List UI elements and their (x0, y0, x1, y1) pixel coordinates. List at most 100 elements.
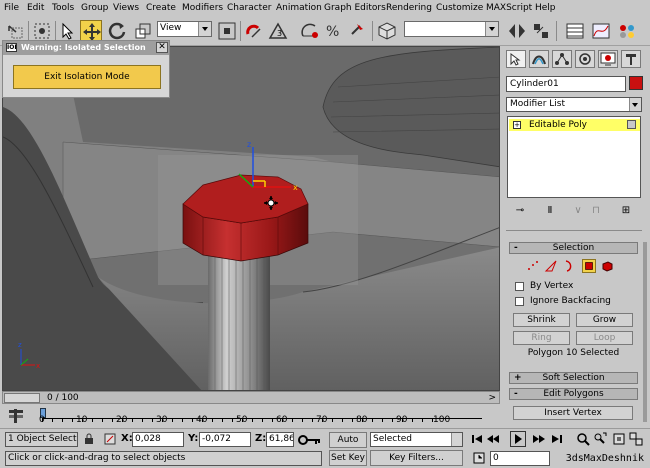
exit-isolation-mode-button[interactable]: Exit Isolation Mode (13, 65, 161, 89)
tick-mark (82, 419, 83, 422)
mini-curve-editor-icon[interactable] (8, 409, 24, 423)
percent-snap-icon[interactable]: % (323, 20, 345, 42)
menu-graph-editors[interactable]: Graph Editors (324, 3, 386, 13)
show-end-result-icon[interactable]: Ⅱ (542, 205, 558, 219)
watermark: 3dsMaxDeshnik (565, 453, 644, 464)
go-to-start-icon[interactable] (470, 432, 484, 446)
absolute-mode-icon[interactable] (104, 433, 116, 445)
ring-button[interactable]: Ring (513, 331, 570, 345)
play-icon[interactable] (510, 431, 526, 447)
dialog-titlebar[interactable]: IOI Warning: Isolated Selection ✕ (3, 41, 169, 55)
tick-mark (372, 419, 373, 422)
polygon-subobject-icon[interactable] (582, 259, 596, 273)
time-slider-thumb[interactable] (4, 393, 40, 403)
select-and-rotate-icon[interactable] (106, 20, 128, 42)
soft-selection-rollout-header[interactable]: + Soft Selection (509, 372, 638, 384)
menu-create[interactable]: Create (146, 3, 176, 13)
insert-vertex-button[interactable]: Insert Vertex (513, 406, 633, 420)
grow-button[interactable]: Grow (576, 313, 633, 327)
vertex-subobject-icon[interactable] (526, 259, 540, 273)
curve-editor-icon[interactable] (590, 20, 612, 42)
pin-stack-icon[interactable]: ⊸ (512, 205, 528, 219)
menu-help[interactable]: Help (535, 3, 556, 13)
key-icon[interactable] (298, 434, 322, 446)
close-icon[interactable]: ✕ (156, 42, 168, 53)
menu-modifiers[interactable]: Modifiers (182, 3, 223, 13)
create-tab-icon[interactable] (506, 50, 526, 68)
motion-tab-icon[interactable] (575, 50, 595, 68)
selection-rollout-header[interactable]: - Selection (509, 242, 638, 254)
menu-customize[interactable]: Customize (436, 3, 483, 13)
utilities-tab-icon[interactable] (621, 50, 641, 68)
y-coordinate-field[interactable]: -0,072 (199, 432, 251, 447)
menu-animation[interactable]: Animation (276, 3, 322, 13)
x-coordinate-field[interactable]: 0,028 (132, 432, 184, 447)
key-mode-dropdown[interactable]: Selected (370, 432, 463, 447)
expand-icon[interactable]: + (513, 121, 521, 129)
next-frame-button-icon[interactable] (532, 432, 546, 446)
next-frame-icon[interactable]: > (488, 393, 496, 403)
ignore-backfacing-checkbox[interactable] (515, 297, 524, 306)
modify-tab-icon[interactable] (529, 50, 549, 68)
material-editor-icon[interactable] (616, 20, 638, 42)
remove-modifier-icon[interactable]: ⊓ (588, 205, 604, 219)
tick-mark (242, 419, 243, 422)
zoom-icon[interactable] (576, 432, 590, 446)
align-icon[interactable] (530, 20, 552, 42)
previous-frame-icon[interactable] (486, 432, 500, 446)
panel-scrollbar[interactable] (643, 242, 647, 422)
layer-manager-icon[interactable] (564, 20, 586, 42)
set-key-button[interactable]: Set Key (329, 450, 367, 466)
zoom-extents-icon[interactable] (612, 432, 626, 446)
display-tab-icon[interactable] (598, 50, 618, 68)
make-unique-icon[interactable]: ∨ (570, 205, 586, 219)
menu-rendering[interactable]: Rendering (386, 3, 432, 13)
by-vertex-checkbox[interactable] (515, 282, 524, 291)
hierarchy-tab-icon[interactable] (552, 50, 572, 68)
menu-group[interactable]: Group (81, 3, 108, 13)
lock-icon[interactable] (84, 433, 94, 445)
angle-snap-icon[interactable] (299, 20, 321, 42)
spinner-snap-icon[interactable] (346, 20, 368, 42)
current-frame-field[interactable]: 0 (490, 451, 550, 466)
go-to-end-icon[interactable] (550, 432, 564, 446)
stack-item-editable-poly[interactable]: + Editable Poly (509, 119, 640, 131)
menu-views[interactable]: Views (113, 3, 139, 13)
edge-subobject-icon[interactable] (544, 259, 558, 273)
time-slider[interactable]: 0 / 100 > (2, 391, 500, 404)
zoom-extents-all-icon[interactable] (629, 432, 643, 446)
object-name-field[interactable]: Cylinder01 (506, 76, 626, 92)
undo-icon[interactable] (4, 20, 26, 42)
menu-maxscript[interactable]: MAXScript (486, 3, 532, 13)
pivot-center-icon[interactable] (216, 20, 238, 42)
object-color-swatch[interactable] (629, 76, 643, 90)
select-region-icon[interactable] (31, 20, 53, 42)
menu-file[interactable]: File (4, 3, 19, 13)
select-object-icon[interactable] (57, 20, 79, 42)
select-and-move-icon[interactable] (80, 20, 102, 42)
menu-tools[interactable]: Tools (52, 3, 74, 13)
mirror-icon[interactable] (506, 20, 528, 42)
menu-edit[interactable]: Edit (27, 3, 44, 13)
time-config-icon[interactable] (472, 451, 486, 465)
select-and-scale-icon[interactable] (132, 20, 154, 42)
shrink-button[interactable]: Shrink (513, 313, 570, 327)
z-coordinate-field[interactable]: 61,867 (266, 432, 294, 447)
key-filters-button[interactable]: Key Filters... (370, 450, 463, 466)
select-and-manipulate-icon[interactable] (244, 20, 266, 42)
stack-item-toggle[interactable] (627, 120, 636, 129)
modifier-list-dropdown[interactable]: Modifier List (506, 97, 642, 112)
menu-character[interactable]: Character (227, 3, 271, 13)
auto-key-button[interactable]: Auto Key (329, 432, 367, 459)
track-bar[interactable]: 0102030405060708090100 (0, 405, 500, 427)
edit-named-selection-icon[interactable] (376, 20, 398, 42)
border-subobject-icon[interactable] (562, 259, 576, 273)
zoom-all-icon[interactable] (593, 432, 607, 446)
configure-modifier-sets-icon[interactable]: ⊞ (618, 205, 634, 219)
loop-button[interactable]: Loop (576, 331, 633, 345)
snaps-toggle-icon[interactable]: 3 (268, 20, 296, 42)
element-subobject-icon[interactable] (600, 259, 614, 273)
edit-polygons-rollout-header[interactable]: - Edit Polygons (509, 388, 638, 400)
named-selection-dropdown[interactable] (404, 21, 499, 37)
reference-coordinate-dropdown[interactable]: View (157, 21, 212, 37)
